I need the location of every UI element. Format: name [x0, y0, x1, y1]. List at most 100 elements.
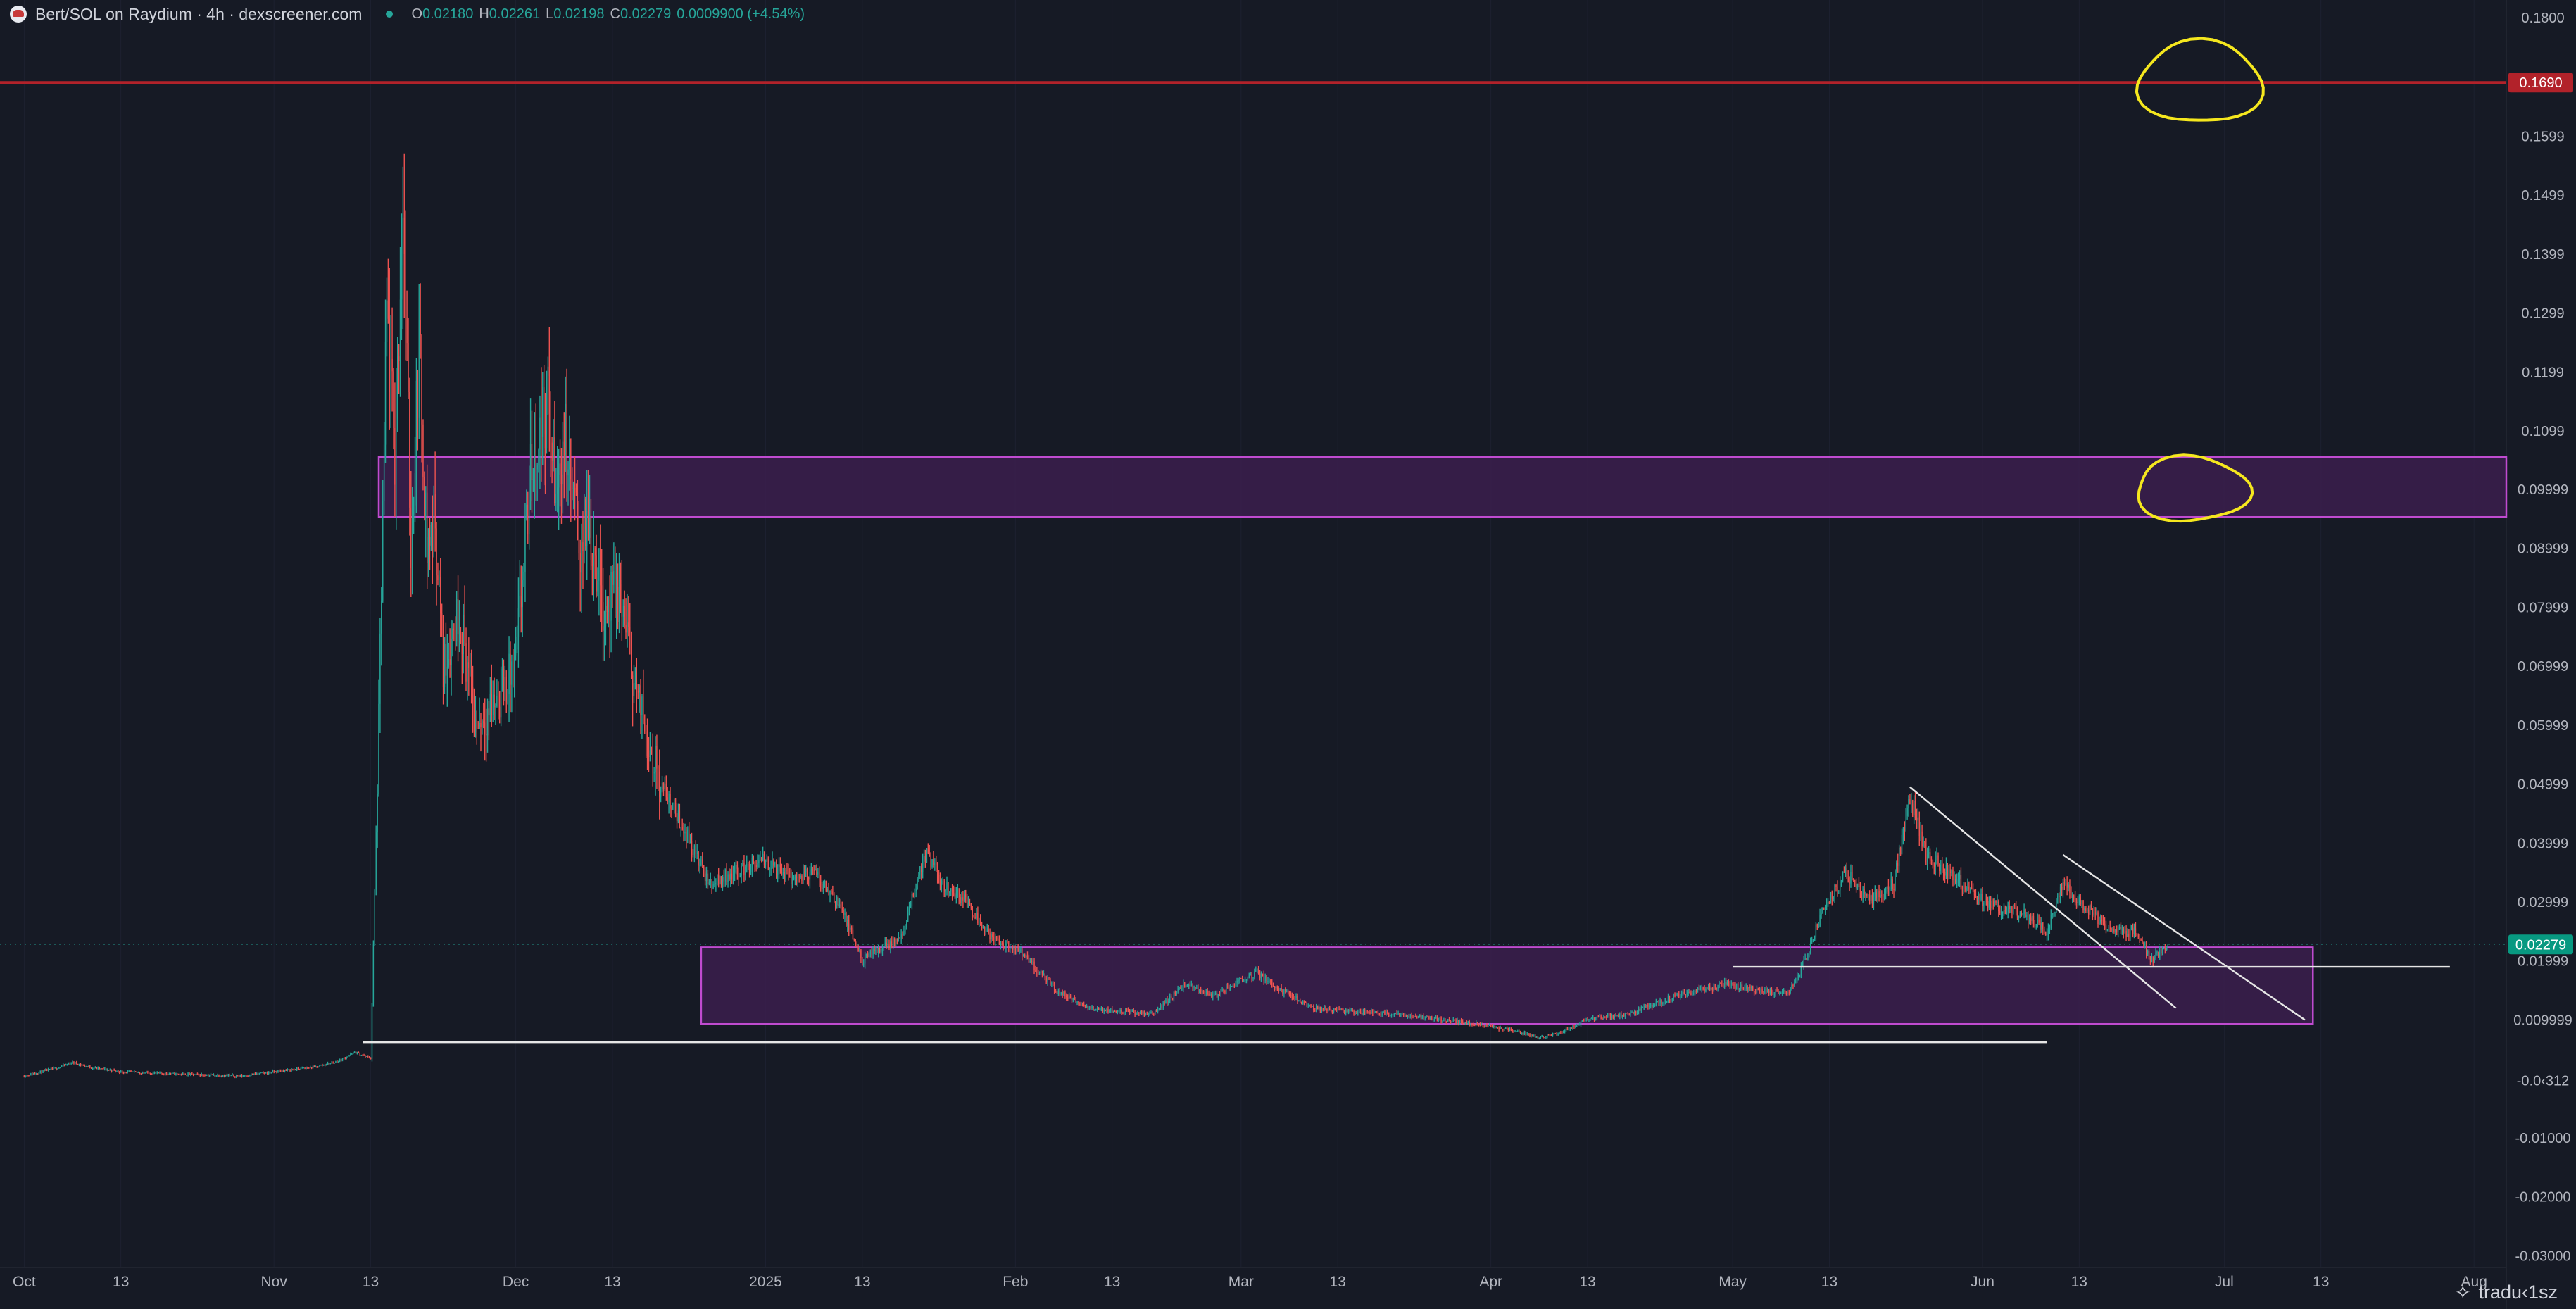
- candle-body: [758, 860, 760, 863]
- candle-body: [705, 873, 708, 882]
- candle-body: [1411, 1015, 1412, 1017]
- candle-body: [104, 1068, 106, 1070]
- candle-body: [1519, 1032, 1521, 1034]
- candle-body: [594, 548, 596, 556]
- candle-body: [808, 877, 810, 880]
- candle-body: [248, 1075, 249, 1077]
- candle-body: [1243, 981, 1245, 982]
- candle-body: [2018, 917, 2020, 919]
- candle-body: [546, 375, 548, 449]
- candle-body: [347, 1056, 348, 1058]
- candle-body: [1652, 1004, 1654, 1007]
- candle-body: [1388, 1013, 1390, 1016]
- candle-body: [777, 871, 779, 875]
- candle-body: [201, 1074, 202, 1076]
- candle-body: [953, 893, 955, 895]
- candle-body: [1114, 1010, 1116, 1012]
- candle-body: [755, 865, 757, 868]
- candle-body: [412, 514, 413, 568]
- candle-body: [1603, 1016, 1604, 1020]
- candle-body: [1155, 1010, 1157, 1012]
- candle-body: [2102, 921, 2104, 924]
- candle-body: [341, 1058, 344, 1061]
- candle-body: [1749, 987, 1751, 989]
- candle-body: [750, 870, 752, 872]
- candle-body: [1084, 1005, 1086, 1008]
- candle-body: [724, 869, 726, 882]
- candle-body: [1942, 868, 1944, 872]
- candle-body: [517, 608, 520, 637]
- candle-body: [244, 1075, 245, 1077]
- candle-body: [902, 934, 903, 936]
- candle-body: [379, 633, 381, 704]
- candle-body: [1359, 1011, 1362, 1014]
- candle-body: [1329, 1008, 1331, 1010]
- candle-body: [829, 890, 831, 895]
- candle-body: [1176, 991, 1177, 994]
- candle-body: [644, 722, 646, 732]
- candle-body: [926, 848, 928, 863]
- candle-body: [827, 889, 828, 891]
- candle-body: [1982, 894, 1983, 906]
- candle-body: [381, 600, 382, 634]
- candle-body: [1416, 1017, 1418, 1018]
- candle-body: [1177, 988, 1179, 992]
- candle-body: [616, 587, 617, 610]
- candle-body: [563, 441, 565, 456]
- candle-body: [1512, 1029, 1513, 1032]
- candle-body: [838, 904, 841, 907]
- candle-body: [1970, 888, 1971, 890]
- candle-body: [1853, 878, 1854, 881]
- candle-body: [1667, 996, 1669, 1001]
- candle-body: [338, 1061, 339, 1063]
- candle-body: [182, 1073, 184, 1075]
- candle-body: [68, 1063, 69, 1065]
- candle-body: [2096, 912, 2097, 914]
- candle-body: [1486, 1025, 1488, 1027]
- candle-body: [1048, 979, 1050, 980]
- candle-body: [234, 1076, 236, 1077]
- candle-body: [94, 1067, 96, 1068]
- candle-body: [1544, 1037, 1545, 1039]
- candle-body: [850, 927, 853, 930]
- candle-body: [733, 872, 734, 880]
- candle-body: [742, 863, 743, 866]
- price-chart[interactable]: 0.1800 0.1690 0.1599 0.1499 0.1399 0.1299 0.11…: [0, 0, 2576, 1309]
- candle-body: [190, 1073, 191, 1075]
- candle-body: [1115, 1011, 1117, 1013]
- support-resistance-zone: [377, 456, 2508, 518]
- candle-body: [100, 1068, 101, 1070]
- candle-body: [781, 866, 783, 875]
- candle-body: [529, 444, 532, 502]
- candle-body: [1697, 988, 1699, 993]
- candle-body: [427, 537, 429, 563]
- candle-body: [51, 1068, 54, 1070]
- candle-body: [1769, 990, 1771, 993]
- ohlc-values: O0.02180 H0.02261 L0.02198 C0.02279 0.00…: [411, 6, 805, 23]
- candle-body: [631, 632, 632, 676]
- candle-body: [410, 507, 412, 568]
- candle-body: [1017, 948, 1019, 952]
- candle-body: [1100, 1008, 1102, 1009]
- candle-body: [1928, 852, 1930, 854]
- candle-body: [1117, 1011, 1118, 1013]
- candle-body: [1990, 901, 1992, 909]
- price-tick-label: 0.1399: [2521, 247, 2564, 263]
- candle-body: [297, 1067, 299, 1070]
- candle-body: [46, 1069, 48, 1072]
- candle-body: [1671, 998, 1673, 1001]
- candle-body: [1344, 1011, 1345, 1013]
- candle-body: [1967, 886, 1968, 888]
- candle-body: [982, 927, 984, 929]
- candle-body: [310, 1067, 313, 1068]
- candle-body: [48, 1069, 49, 1072]
- candle-body: [1032, 961, 1033, 963]
- candle-body: [327, 1063, 329, 1065]
- candle-body: [285, 1070, 287, 1071]
- candle-body: [1393, 1013, 1395, 1015]
- candle-body: [980, 920, 981, 926]
- candle-body: [61, 1066, 63, 1067]
- candle-body: [930, 854, 931, 867]
- candle-body: [120, 1071, 122, 1073]
- candle-body: [484, 722, 486, 734]
